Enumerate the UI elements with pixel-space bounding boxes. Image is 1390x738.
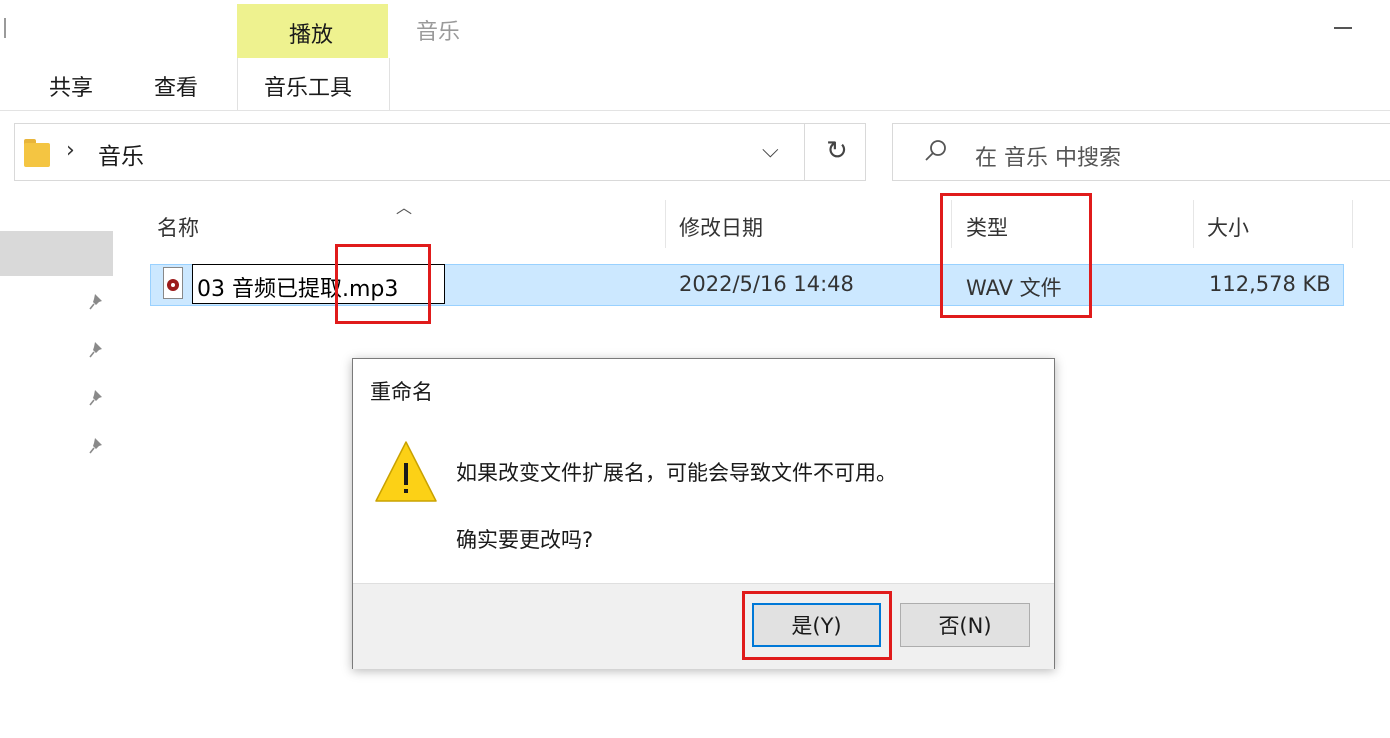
chevron-down-icon[interactable]: ⌵ bbox=[762, 138, 779, 163]
no-button-label: 否(N) bbox=[938, 614, 992, 638]
annotation-extension-highlight bbox=[335, 244, 431, 324]
pin-icon[interactable] bbox=[88, 388, 106, 408]
breadcrumb[interactable]: 音乐 bbox=[98, 137, 144, 171]
address-divider bbox=[804, 124, 805, 180]
annotation-type-highlight bbox=[940, 193, 1092, 318]
tab-music-tools[interactable]: 音乐工具 bbox=[264, 70, 352, 102]
tab-view[interactable]: 查看 bbox=[154, 70, 198, 102]
tab-share[interactable]: 共享 bbox=[49, 70, 93, 102]
minimize-icon[interactable] bbox=[1334, 27, 1352, 29]
annotation-yes-button-highlight bbox=[742, 591, 892, 660]
audio-file-icon bbox=[163, 267, 183, 299]
window-edge bbox=[4, 18, 6, 38]
file-date: 2022/5/16 14:48 bbox=[679, 272, 854, 296]
dialog-title: 重命名 bbox=[370, 380, 433, 404]
sort-up-icon: ︿ bbox=[396, 198, 413, 217]
contextual-group-label: 音乐 bbox=[416, 20, 461, 45]
contextual-tab-label: 播放 bbox=[289, 23, 334, 48]
pin-icon[interactable] bbox=[88, 436, 106, 456]
warning-icon bbox=[375, 441, 437, 502]
search-icon bbox=[925, 140, 946, 161]
folder-icon bbox=[24, 139, 50, 167]
dialog-message: 如果改变文件扩展名，可能会导致文件不可用。 bbox=[456, 461, 897, 485]
pin-icon[interactable] bbox=[88, 292, 106, 312]
refresh-icon[interactable]: ↻ bbox=[826, 136, 848, 166]
pin-icon[interactable] bbox=[88, 340, 106, 360]
column-divider[interactable] bbox=[1352, 200, 1353, 248]
nav-selected-item[interactable] bbox=[0, 231, 113, 276]
search-input[interactable] bbox=[892, 123, 1390, 181]
no-button[interactable]: 否(N) bbox=[900, 603, 1030, 647]
column-header-name[interactable]: 名称 bbox=[157, 212, 199, 242]
dialog-question: 确实要更改吗? bbox=[456, 528, 594, 552]
chevron-right-icon[interactable]: › bbox=[66, 138, 75, 163]
column-header-size[interactable]: 大小 bbox=[1207, 212, 1249, 242]
column-header-date[interactable]: 修改日期 bbox=[679, 212, 763, 242]
column-divider[interactable] bbox=[1193, 200, 1194, 248]
column-divider[interactable] bbox=[665, 200, 666, 248]
file-size: 112,578 KB bbox=[1209, 272, 1331, 296]
search-placeholder: 在 音乐 中搜索 bbox=[975, 146, 1121, 171]
ribbon bbox=[0, 0, 1390, 111]
